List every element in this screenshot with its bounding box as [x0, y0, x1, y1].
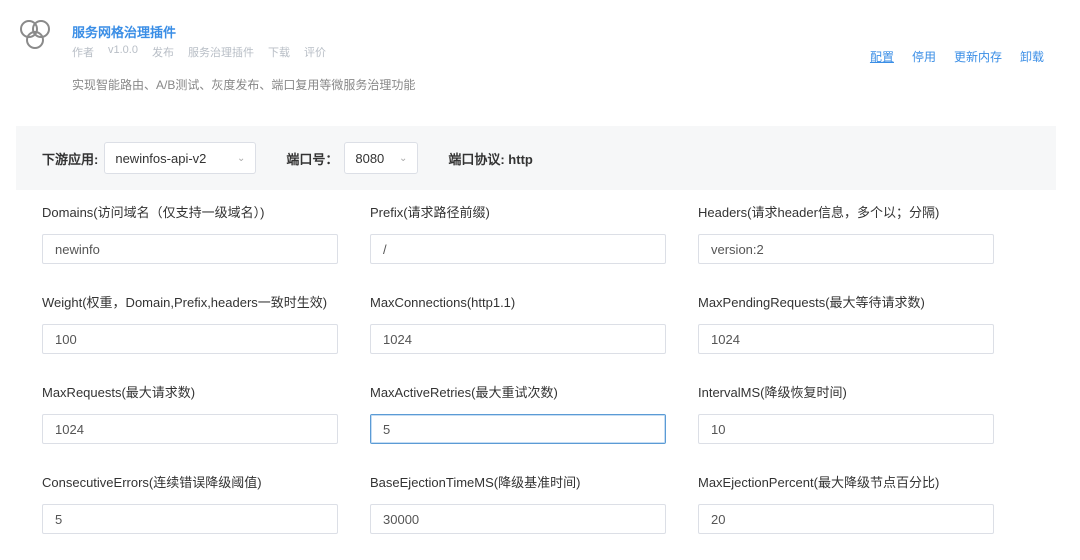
- plugin-header: 服务网格治理插件 作者 v1.0.0 发布 服务治理插件 下载 评价 实现智能路…: [0, 0, 1080, 122]
- field-base-ejection-time: BaseEjectionTimeMS(降级基准时间): [370, 474, 670, 534]
- field-label: Weight(权重，Domain,Prefix,headers一致时生效): [42, 295, 328, 310]
- meta-item: v1.0.0: [108, 44, 138, 56]
- field-max-connections: MaxConnections(http1.1): [370, 294, 670, 354]
- field-interval-ms: IntervalMS(降级恢复时间): [698, 384, 998, 444]
- max-requests-input[interactable]: [42, 414, 338, 444]
- field-label: MaxEjectionPercent(最大降级节点百分比): [698, 475, 940, 490]
- max-connections-input[interactable]: [370, 324, 666, 354]
- field-label: Prefix(请求路径前缀): [370, 205, 490, 220]
- headers-input[interactable]: [698, 234, 994, 264]
- port-protocol: 端口协议: http: [448, 151, 533, 167]
- plugin-actions: 配置 停用 更新内存 卸载: [870, 48, 1044, 65]
- meta-item: 发布: [151, 47, 174, 59]
- field-headers: Headers(请求header信息，多个以；分隔): [698, 204, 998, 264]
- field-label: MaxRequests(最大请求数): [42, 385, 196, 400]
- field-prefix: Prefix(请求路径前缀): [370, 204, 670, 264]
- field-label: ConsecutiveErrors(连续错误降级阈值): [42, 475, 262, 490]
- chevron-down-icon: ⌄: [398, 152, 408, 164]
- field-label: BaseEjectionTimeMS(降级基准时间): [370, 475, 581, 490]
- interval-ms-input[interactable]: [698, 414, 994, 444]
- field-max-requests: MaxRequests(最大请求数): [42, 384, 342, 444]
- consecutive-errors-input[interactable]: [42, 504, 338, 534]
- domains-input[interactable]: [42, 234, 338, 264]
- field-label: Headers(请求header信息，多个以；分隔): [698, 205, 940, 220]
- port-value: 8080: [355, 150, 385, 166]
- max-ejection-percent-input[interactable]: [698, 504, 994, 534]
- field-weight: Weight(权重，Domain,Prefix,headers一致时生效): [42, 294, 342, 354]
- disable-link[interactable]: 停用: [912, 48, 936, 65]
- port-select[interactable]: 8080 ⌄: [344, 142, 419, 174]
- max-pending-requests-input[interactable]: [698, 324, 994, 354]
- chevron-down-icon: ⌄: [236, 152, 246, 164]
- plugin-meta: 作者 v1.0.0 发布 服务治理插件 下载 评价: [72, 44, 326, 60]
- update-memory-link[interactable]: 更新内存: [954, 48, 1002, 65]
- field-max-ejection-percent: MaxEjectionPercent(最大降级节点百分比): [698, 474, 998, 534]
- downstream-app-select[interactable]: newinfos-api-v2 ⌄: [104, 142, 257, 174]
- plugin-title: 服务网格治理插件: [72, 25, 177, 40]
- field-domains: Domains(访问域名（仅支持一级域名）): [42, 204, 342, 264]
- port-label: 端口号：: [286, 151, 339, 167]
- meta-item: 服务治理插件: [187, 47, 254, 59]
- field-label: Domains(访问域名（仅支持一级域名）): [42, 205, 265, 220]
- prefix-input[interactable]: [370, 234, 666, 264]
- max-active-retries-input[interactable]: [370, 414, 666, 444]
- uninstall-link[interactable]: 卸载: [1020, 48, 1044, 65]
- meta-item: 下载: [267, 47, 290, 59]
- config-bar: 下游应用: newinfos-api-v2 ⌄ 端口号： 8080 ⌄ 端口协议…: [16, 126, 1056, 190]
- field-label: MaxActiveRetries(最大重试次数): [370, 385, 558, 400]
- field-label: MaxPendingRequests(最大等待请求数): [698, 295, 925, 310]
- meta-item: 作者: [72, 47, 94, 59]
- meta-item: 评价: [303, 47, 326, 59]
- configure-link[interactable]: 配置: [870, 48, 894, 65]
- field-consecutive-errors: ConsecutiveErrors(连续错误降级阈值): [42, 474, 342, 534]
- plugin-description: 实现智能路由、A/B测试、灰度发布、端口复用等微服务治理功能: [72, 78, 416, 92]
- base-ejection-time-input[interactable]: [370, 504, 666, 534]
- weight-input[interactable]: [42, 324, 338, 354]
- field-max-pending-requests: MaxPendingRequests(最大等待请求数): [698, 294, 998, 354]
- field-label: MaxConnections(http1.1): [370, 295, 516, 310]
- plugin-logo-icon: [20, 20, 50, 49]
- downstream-app-value: newinfos-api-v2: [115, 150, 207, 166]
- field-max-active-retries: MaxActiveRetries(最大重试次数): [370, 384, 670, 444]
- downstream-label: 下游应用:: [42, 151, 99, 167]
- field-label: IntervalMS(降级恢复时间): [698, 385, 847, 400]
